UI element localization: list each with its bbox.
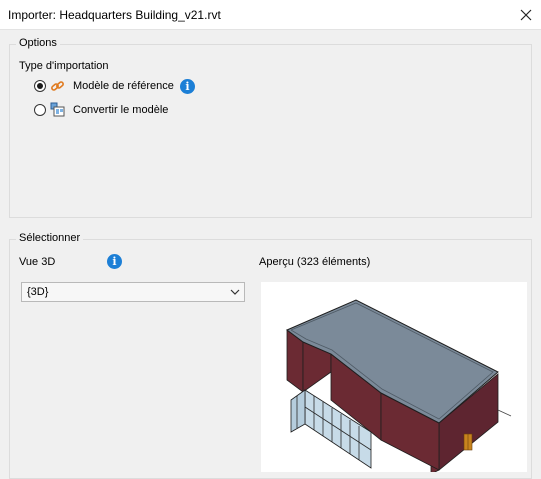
- view-3d-value: {3D}: [27, 286, 49, 298]
- view-3d-dropdown[interactable]: {3D}: [21, 282, 245, 302]
- radio-selected-dot: [37, 83, 43, 89]
- reference-model-label[interactable]: Modèle de référence: [73, 80, 174, 92]
- convert-model-radio[interactable]: [34, 104, 46, 116]
- close-button[interactable]: [511, 0, 541, 30]
- chevron-down-icon: [230, 289, 240, 295]
- reference-model-radio[interactable]: [34, 80, 46, 92]
- convert-model-icon: [50, 102, 65, 117]
- select-legend: Sélectionner: [16, 232, 84, 244]
- view-3d-label: Vue 3D: [19, 256, 56, 268]
- building-preview-image: [286, 299, 512, 475]
- preview-panel: [261, 282, 527, 475]
- info-icon[interactable]: i: [180, 79, 195, 94]
- preview-label: Aperçu (323 éléments): [259, 256, 371, 268]
- title-bar: Importer: Headquarters Building_v21.rvt: [0, 0, 541, 30]
- close-icon: [520, 9, 532, 21]
- options-legend: Options: [16, 37, 60, 49]
- convert-model-label[interactable]: Convertir le modèle: [73, 104, 168, 116]
- import-type-label: Type d'importation: [19, 60, 109, 72]
- info-icon[interactable]: i: [107, 254, 122, 269]
- window-title: Importer: Headquarters Building_v21.rvt: [8, 8, 221, 22]
- link-icon: [51, 81, 64, 91]
